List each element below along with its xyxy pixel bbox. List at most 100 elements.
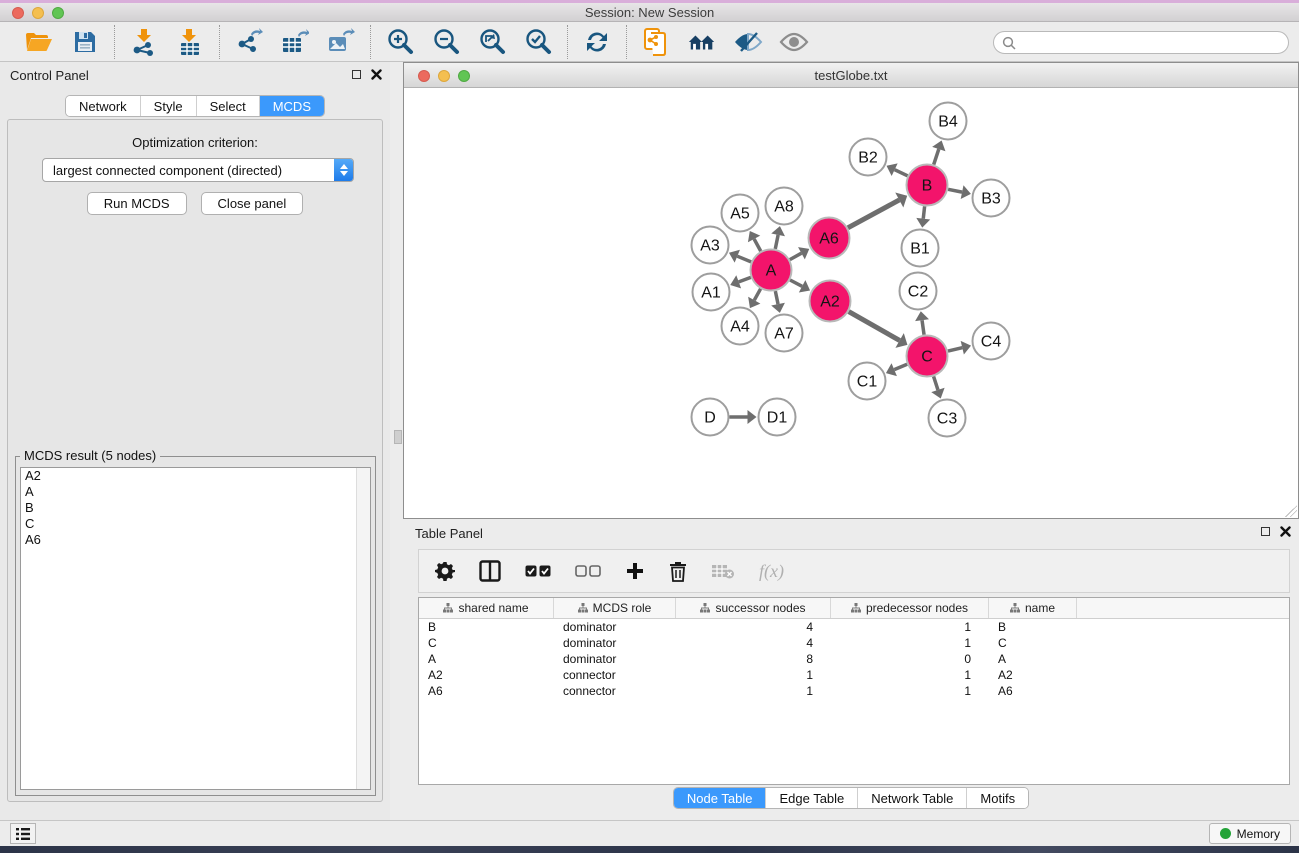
- export-table-icon[interactable]: [280, 27, 310, 57]
- tab-edge-table[interactable]: Edge Table: [765, 788, 857, 808]
- tab-mcds[interactable]: MCDS: [259, 96, 324, 116]
- deselect-all-icon[interactable]: [575, 565, 601, 578]
- column-header-name[interactable]: name: [989, 598, 1077, 618]
- graph-edge[interactable]: [895, 170, 908, 176]
- graph-node-label: B1: [910, 241, 930, 258]
- export-network-icon[interactable]: [234, 27, 264, 57]
- node-table[interactable]: shared nameMCDS rolesuccessor nodesprede…: [418, 597, 1290, 785]
- graph-edge[interactable]: [754, 239, 761, 251]
- graph-edge[interactable]: [775, 235, 778, 249]
- preview-eye-icon[interactable]: [779, 27, 809, 57]
- run-mcds-button[interactable]: Run MCDS: [87, 192, 187, 215]
- graph-edge[interactable]: [923, 206, 924, 218]
- tab-motifs[interactable]: Motifs: [966, 788, 1028, 808]
- mcds-result-item[interactable]: A2: [21, 468, 370, 484]
- import-table-icon[interactable]: [175, 27, 205, 57]
- graph-edge[interactable]: [849, 312, 900, 341]
- desktop-edge: [0, 0, 1299, 3]
- search-input[interactable]: [993, 31, 1289, 54]
- graph-edge[interactable]: [754, 289, 760, 300]
- graph-edge-arrowhead: [915, 311, 929, 321]
- graph-edge[interactable]: [848, 200, 899, 228]
- table-row[interactable]: A6connector11A6: [419, 683, 1289, 699]
- task-history-button[interactable]: [10, 823, 36, 844]
- column-layout-icon[interactable]: [479, 560, 501, 582]
- clone-network-icon[interactable]: [641, 27, 671, 57]
- tab-node-table[interactable]: Node Table: [674, 788, 766, 808]
- function-builder-icon: f(x): [759, 561, 784, 582]
- zoom-out-icon[interactable]: [431, 27, 461, 57]
- add-column-icon[interactable]: [625, 561, 645, 581]
- table-row[interactable]: Cdominator41C: [419, 635, 1289, 651]
- delete-table-icon: [711, 563, 735, 580]
- column-header-shared-name[interactable]: shared name: [419, 598, 554, 618]
- table-cell: 1: [831, 636, 989, 650]
- show-hide-icon[interactable]: [733, 27, 763, 57]
- vertical-splitter-handle[interactable]: [394, 430, 402, 444]
- table-cell: dominator: [554, 620, 676, 634]
- graph-edge[interactable]: [790, 280, 802, 286]
- memory-button[interactable]: Memory: [1209, 823, 1291, 844]
- settings-gear-icon[interactable]: [435, 561, 455, 581]
- graph-edge[interactable]: [737, 256, 751, 262]
- criterion-dropdown[interactable]: largest connected component (directed): [42, 158, 354, 182]
- window-resize-handle[interactable]: [1285, 505, 1297, 517]
- column-header-predecessor-nodes[interactable]: predecessor nodes: [831, 598, 989, 618]
- table-row[interactable]: Bdominator41B: [419, 619, 1289, 635]
- graph-node-label: A4: [730, 319, 750, 336]
- result-scrollbar[interactable]: [356, 468, 370, 789]
- delete-column-icon[interactable]: [669, 561, 687, 582]
- graph-node-label: D: [704, 410, 716, 427]
- graph-edge-arrowhead: [961, 185, 971, 199]
- select-all-icon[interactable]: [525, 565, 551, 578]
- graph-edge[interactable]: [922, 320, 924, 334]
- column-header-MCDS-role[interactable]: MCDS role: [554, 598, 676, 618]
- export-image-icon[interactable]: [326, 27, 356, 57]
- zoom-selected-icon[interactable]: [523, 27, 553, 57]
- graph-edge[interactable]: [790, 253, 802, 259]
- mcds-result-item[interactable]: A6: [21, 532, 370, 548]
- table-row[interactable]: A2connector11A2: [419, 667, 1289, 683]
- graph-edge[interactable]: [775, 291, 778, 304]
- open-session-icon[interactable]: [24, 27, 54, 57]
- graph-node-label: A1: [701, 285, 721, 302]
- tab-network[interactable]: Network: [66, 96, 140, 116]
- graph-edge[interactable]: [894, 364, 907, 369]
- network-canvas[interactable]: B4B2BB3A8A5A6A3B1AA1C2A2A4A7C4CC1C3DD1: [404, 88, 1298, 518]
- search-text-field[interactable]: [1021, 36, 1288, 50]
- float-panel-icon[interactable]: [352, 70, 361, 79]
- network-window-title: testGlobe.txt: [404, 68, 1298, 83]
- tab-select[interactable]: Select: [196, 96, 259, 116]
- tab-style[interactable]: Style: [140, 96, 196, 116]
- main-toolbar: [0, 22, 1299, 62]
- column-header-successor-nodes[interactable]: successor nodes: [676, 598, 831, 618]
- graph-edge[interactable]: [934, 149, 939, 165]
- close-panel-button[interactable]: Close panel: [201, 192, 304, 215]
- table-cell: A2: [419, 668, 554, 682]
- table-cell: dominator: [554, 652, 676, 666]
- graph-edge[interactable]: [948, 189, 962, 192]
- graph-edge[interactable]: [739, 277, 751, 281]
- tab-network-table[interactable]: Network Table: [857, 788, 966, 808]
- table-close-panel-icon[interactable]: [1280, 526, 1291, 537]
- zoom-fit-icon[interactable]: [477, 27, 507, 57]
- table-cell: 4: [676, 620, 831, 634]
- mcds-result-item[interactable]: A: [21, 484, 370, 500]
- graph-edge[interactable]: [934, 376, 938, 389]
- graph-edge[interactable]: [948, 348, 962, 351]
- criterion-selected-value: largest connected component (directed): [43, 163, 334, 178]
- save-session-icon[interactable]: [70, 27, 100, 57]
- mcds-result-item[interactable]: C: [21, 516, 370, 532]
- zoom-in-icon[interactable]: [385, 27, 415, 57]
- network-window-titlebar[interactable]: testGlobe.txt: [404, 63, 1298, 88]
- refresh-layout-icon[interactable]: [582, 27, 612, 57]
- mcds-result-list[interactable]: A2ABCA6: [20, 467, 371, 790]
- first-neighbors-icon[interactable]: [687, 27, 717, 57]
- table-row[interactable]: Adominator80A: [419, 651, 1289, 667]
- table-cell: 8: [676, 652, 831, 666]
- mcds-result-item[interactable]: B: [21, 500, 370, 516]
- table-cell: A: [989, 652, 1077, 666]
- close-panel-icon[interactable]: [371, 69, 382, 80]
- import-network-icon[interactable]: [129, 27, 159, 57]
- table-float-panel-icon[interactable]: [1261, 527, 1270, 536]
